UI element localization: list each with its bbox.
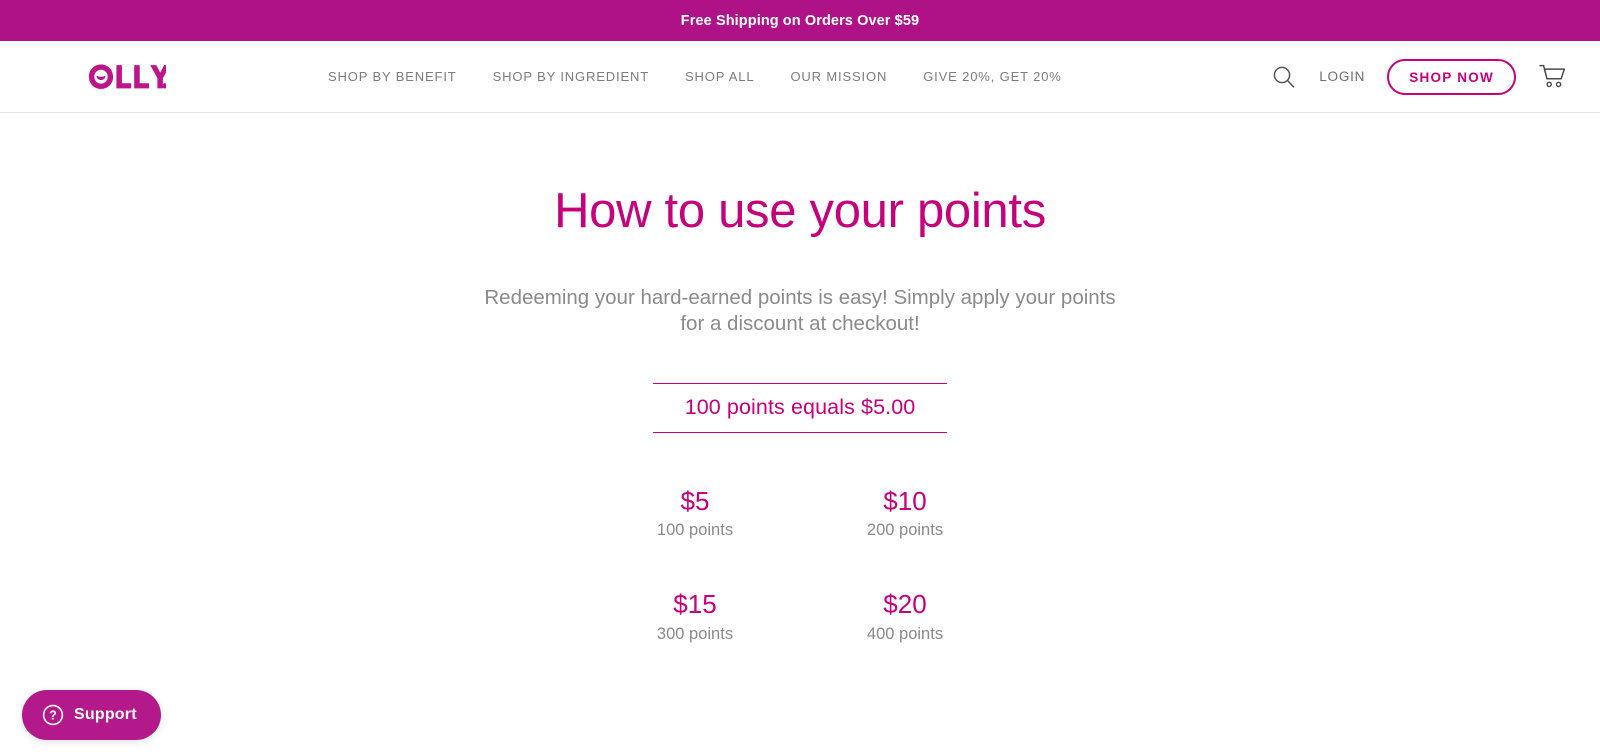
header-actions: LOGIN SHOP NOW bbox=[1271, 58, 1568, 95]
tier-amount: $15 bbox=[673, 589, 717, 620]
tier-item: $20 400 points bbox=[867, 590, 943, 644]
olly-logo[interactable] bbox=[88, 64, 166, 90]
tier-points: 400 points bbox=[866, 625, 944, 644]
main-navigation: SHOP BY BENEFIT SHOP BY INGREDIENT SHOP … bbox=[328, 69, 1062, 84]
nav-item-shop-all[interactable]: SHOP ALL bbox=[685, 69, 754, 84]
question-mark-circle-icon: ? bbox=[42, 704, 64, 726]
search-icon bbox=[1273, 66, 1295, 88]
tier-item: $15 300 points bbox=[657, 590, 733, 644]
tier-points: 200 points bbox=[866, 521, 944, 540]
promo-banner: Free Shipping on Orders Over $59 bbox=[0, 0, 1600, 41]
site-header: SHOP BY BENEFIT SHOP BY INGREDIENT SHOP … bbox=[0, 41, 1600, 113]
tier-item: $5 100 points bbox=[656, 485, 734, 541]
nav-item-our-mission[interactable]: OUR MISSION bbox=[790, 69, 887, 84]
shop-now-button[interactable]: SHOP NOW bbox=[1387, 58, 1516, 95]
page-subtitle: Redeeming your hard-earned points is eas… bbox=[484, 285, 1116, 335]
nav-item-shop-by-benefit[interactable]: SHOP BY BENEFIT bbox=[328, 69, 457, 84]
nav-item-shop-by-ingredient[interactable]: SHOP BY INGREDIENT bbox=[493, 69, 649, 84]
support-widget-label: Support bbox=[74, 706, 137, 723]
page-title: How to use your points bbox=[554, 184, 1046, 238]
tier-points: 300 points bbox=[656, 625, 734, 644]
conversion-rate-text: 100 points equals $5.00 bbox=[684, 394, 916, 419]
shopping-cart-icon bbox=[1539, 64, 1566, 87]
nav-item-give-20-get-20[interactable]: GIVE 20%, GET 20% bbox=[923, 69, 1062, 84]
promo-banner-text: on Orders Over $59 bbox=[782, 12, 920, 29]
tier-amount: $10 bbox=[883, 485, 927, 516]
olly-logo-icon bbox=[88, 64, 166, 89]
svg-text:?: ? bbox=[49, 709, 57, 723]
main-content: How to use your points Redeeming your ha… bbox=[0, 113, 1600, 644]
login-link[interactable]: LOGIN bbox=[1319, 69, 1365, 84]
tier-amount: $5 bbox=[680, 485, 710, 516]
search-button[interactable] bbox=[1271, 64, 1297, 90]
points-tier-grid: $5 100 points $10 200 points $15 300 poi… bbox=[590, 485, 1010, 645]
conversion-rate-box: 100 points equals $5.00 bbox=[653, 382, 947, 433]
tier-item: $10 200 points bbox=[866, 485, 944, 541]
cart-button[interactable] bbox=[1538, 63, 1568, 91]
promo-banner-highlight: Free Shipping bbox=[680, 12, 779, 29]
tier-points: 100 points bbox=[656, 521, 734, 540]
tier-amount: $20 bbox=[883, 589, 927, 620]
support-widget-button[interactable]: ? Support bbox=[22, 690, 161, 740]
